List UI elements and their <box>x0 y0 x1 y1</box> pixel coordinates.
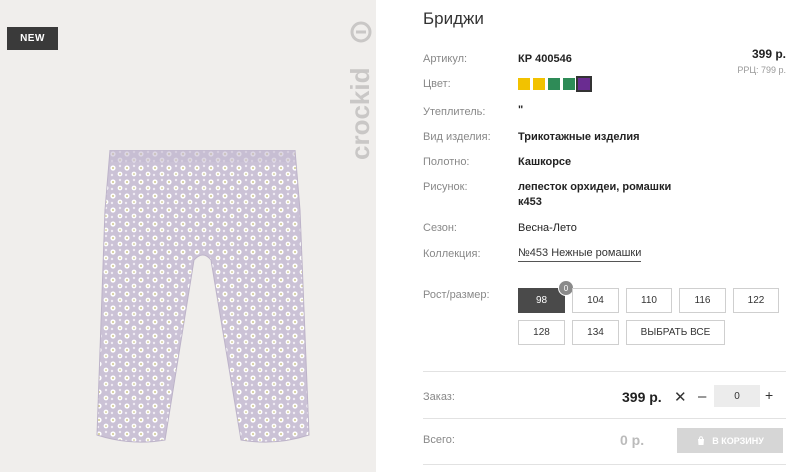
divider-top <box>423 371 786 372</box>
size-option-116[interactable]: 116 <box>679 288 726 313</box>
color-swatch-1[interactable] <box>533 78 545 90</box>
logo-icon <box>350 21 372 43</box>
color-swatch-0[interactable] <box>518 78 530 90</box>
season-value: Весна-Лето <box>518 222 577 234</box>
color-swatch-2[interactable] <box>548 78 560 90</box>
add-to-cart-button[interactable]: В КОРЗИНУ <box>677 428 783 453</box>
color-swatch-4[interactable] <box>576 76 592 92</box>
product-image-pants <box>96 150 310 443</box>
item-type-label: Вид изделия: <box>423 131 491 143</box>
product-title: Бриджи <box>423 9 484 28</box>
new-badge: NEW <box>7 27 58 50</box>
size-option-110[interactable]: 110 <box>626 288 672 313</box>
insulation-value: " <box>518 104 524 116</box>
size-option-128[interactable]: 128 <box>518 320 565 345</box>
item-type-value: Трикотажные изделия <box>518 131 640 143</box>
color-label: Цвет: <box>423 78 451 90</box>
order-label: Заказ: <box>423 391 455 403</box>
brand-logo: crockid <box>345 21 375 161</box>
article-label: Артикул: <box>423 53 468 65</box>
pattern-value-line1: лепесток орхидеи, ромашки <box>518 181 672 193</box>
pattern-label: Рисунок: <box>423 181 468 193</box>
size-option-134[interactable]: 134 <box>572 320 619 345</box>
collection-label: Коллекция: <box>423 248 481 260</box>
divider-middle <box>423 418 786 419</box>
order-price: 399 р. <box>622 389 662 405</box>
total-value: 0 р. <box>620 432 645 448</box>
quantity-input[interactable] <box>714 385 760 407</box>
close-icon[interactable]: ✕ <box>674 388 687 406</box>
color-swatches <box>518 76 592 92</box>
select-all-sizes-button[interactable]: ВЫБРАТЬ ВСЕ <box>626 320 725 345</box>
total-label: Всего: <box>423 434 455 446</box>
collection-link[interactable]: №453 Нежные ромашки <box>518 247 642 262</box>
color-swatch-3[interactable] <box>563 78 575 90</box>
size-label: Рост/размер: <box>423 289 490 301</box>
price-rrp: РРЦ: 799 р. <box>737 65 786 75</box>
insulation-label: Утеплитель: <box>423 106 486 118</box>
fabric-label: Полотно: <box>423 156 470 168</box>
divider-bottom <box>423 464 786 465</box>
quantity-decrease-button[interactable]: – <box>698 388 706 405</box>
quantity-increase-button[interactable]: + <box>765 387 773 403</box>
price-current: 399 р. <box>751 47 786 61</box>
fabric-value: Кашкорсе <box>518 156 572 168</box>
pattern-value-line2: к453 <box>518 196 542 208</box>
article-value: КР 400546 <box>518 53 572 65</box>
cart-button-label: В КОРЗИНУ <box>712 435 764 446</box>
season-label: Сезон: <box>423 222 457 234</box>
brand-logo-text: crockid <box>345 68 375 161</box>
product-photo: NEW crockid <box>0 0 376 472</box>
size-option-104[interactable]: 104 <box>572 288 619 313</box>
cart-icon <box>698 435 705 445</box>
size-option-122[interactable]: 122 <box>733 288 779 313</box>
